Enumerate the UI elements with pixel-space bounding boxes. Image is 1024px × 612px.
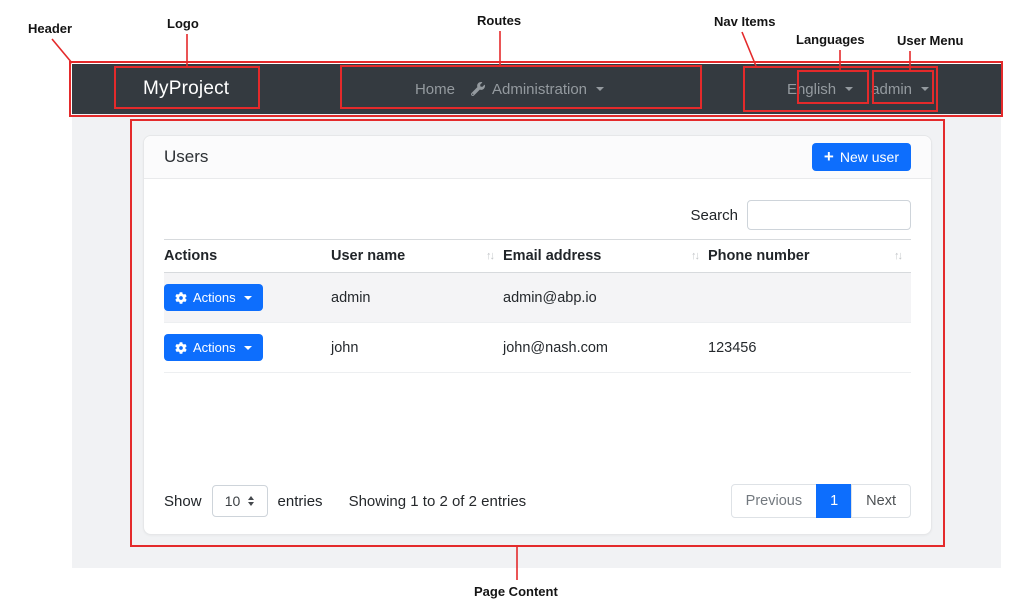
cell-email: john@nash.com: [503, 339, 608, 356]
column-label: Actions: [164, 248, 218, 264]
users-card: Users + New user Search Actions User nam…: [143, 135, 932, 535]
caret-down-icon: [845, 87, 854, 91]
entries-label: entries: [277, 492, 323, 510]
entries-info: Showing 1 to 2 of 2 entries: [348, 492, 527, 510]
pagination: Previous 1 Next: [730, 484, 911, 518]
caret-down-icon: [243, 345, 252, 350]
user-menu-dropdown[interactable]: admin: [871, 81, 929, 98]
column-header-email[interactable]: Email address ↑↓: [503, 239, 708, 273]
pagination-previous[interactable]: Previous: [730, 484, 818, 518]
users-card-body: Search Actions User name ↑↓ Email addres…: [144, 200, 931, 373]
search-row: Search: [164, 200, 911, 230]
row-actions-button[interactable]: Actions: [164, 284, 263, 311]
column-header-username[interactable]: User name ↑↓: [331, 239, 503, 273]
language-dropdown[interactable]: English: [786, 80, 854, 98]
cell-email: admin@abp.io: [503, 289, 597, 306]
sort-icon: ↑↓: [894, 250, 903, 262]
caret-down-icon: [921, 87, 929, 91]
plus-icon: +: [823, 147, 834, 166]
header-navbar: MyProject Home Administration English ad…: [72, 64, 1001, 114]
row-actions-label: Actions: [193, 340, 236, 355]
table-footer: Show 10 entries Showing 1 to 2 of 2 entr…: [164, 484, 911, 518]
user-menu-annotation-label: User Menu: [897, 33, 964, 48]
users-card-header: Users + New user: [144, 136, 931, 179]
sort-icon: ↑↓: [691, 250, 700, 262]
nav-items-annotation-label: Nav Items: [714, 14, 776, 29]
column-header-actions: Actions: [164, 239, 331, 273]
cell-username: admin: [331, 289, 371, 306]
column-label: User name: [331, 248, 406, 264]
pagination-next[interactable]: Next: [851, 484, 911, 518]
logo-annotation-label: Logo: [167, 16, 199, 31]
nav-link-home[interactable]: Home: [415, 81, 455, 98]
nav-link-administration-label: Administration: [491, 80, 588, 98]
row-actions-button[interactable]: Actions: [164, 334, 263, 361]
table-row: Actions admin admin@abp.io: [164, 272, 911, 323]
gear-icon: [175, 291, 187, 304]
users-table: Actions User name ↑↓ Email address ↑↓ Ph…: [164, 239, 911, 373]
show-label: Show: [164, 492, 202, 510]
search-input[interactable]: [747, 200, 911, 230]
wrench-icon: [470, 82, 485, 96]
language-dropdown-label: English: [786, 80, 837, 98]
cell-username: john: [331, 339, 359, 356]
cell-phone: [708, 273, 911, 323]
page-content-annotation-label: Page Content: [474, 584, 558, 599]
user-menu-label: admin: [871, 80, 912, 98]
gear-icon: [175, 341, 187, 354]
header-annotation-label: Header: [28, 21, 73, 36]
column-label: Phone number: [708, 248, 810, 264]
caret-down-icon: [243, 295, 252, 300]
header-annotation-line: [51, 38, 73, 64]
page-size-select[interactable]: 10: [211, 485, 268, 517]
nav-items-annotation-line: [741, 31, 757, 67]
languages-annotation-label: Languages: [796, 32, 865, 47]
routes-annotation-label: Routes: [477, 13, 522, 28]
page-size-controls: Show 10 entries Showing 1 to 2 of 2 entr…: [164, 485, 526, 517]
search-label: Search: [690, 206, 738, 224]
column-label: Email address: [503, 248, 602, 264]
row-actions-label: Actions: [193, 290, 236, 305]
table-header-row: Actions User name ↑↓ Email address ↑↓ Ph…: [164, 239, 911, 273]
sort-icon: ↑↓: [486, 250, 495, 262]
cell-phone: 123456: [708, 339, 757, 356]
page-title: Users: [164, 147, 209, 166]
pagination-page-1[interactable]: 1: [816, 484, 853, 518]
nav-items: English admin: [787, 64, 929, 114]
column-header-phone[interactable]: Phone number ↑↓: [708, 239, 911, 273]
new-user-button[interactable]: + New user: [811, 143, 911, 171]
page-size-value: 10: [224, 493, 241, 509]
new-user-button-label: New user: [839, 149, 899, 165]
caret-down-icon: [596, 87, 605, 91]
table-row: Actions john john@nash.com 123456: [164, 323, 911, 373]
nav-link-administration[interactable]: Administration: [470, 80, 605, 98]
select-arrows-icon: [248, 496, 255, 506]
